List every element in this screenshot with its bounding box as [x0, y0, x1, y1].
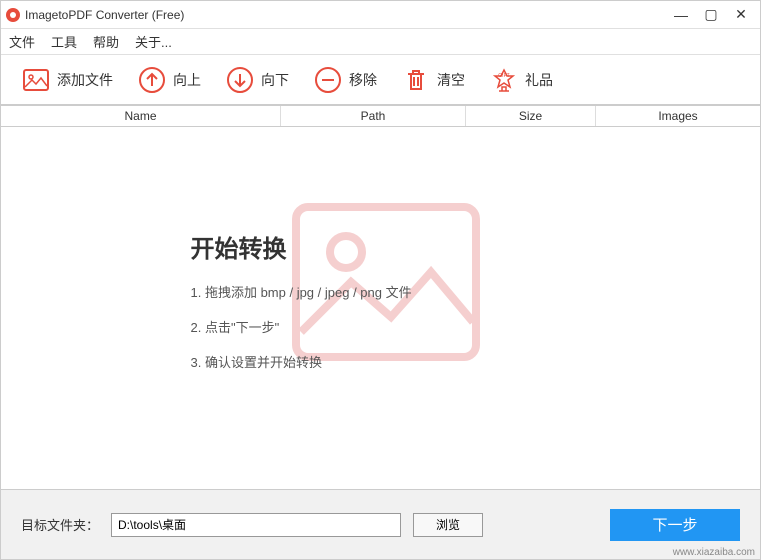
window-controls: — ▢ ✕	[666, 3, 756, 27]
column-size[interactable]: Size	[466, 106, 596, 126]
titlebar: ImagetoPDF Converter (Free) — ▢ ✕	[1, 1, 760, 29]
add-file-button[interactable]: 添加文件	[13, 61, 121, 99]
arrow-down-icon	[225, 65, 255, 95]
trash-icon	[401, 65, 431, 95]
arrow-up-icon	[137, 65, 167, 95]
table-header: Name Path Size Images	[1, 105, 760, 127]
column-images[interactable]: Images	[596, 106, 760, 126]
maximize-button[interactable]: ▢	[696, 3, 726, 27]
instructions-title: 开始转换	[191, 229, 571, 264]
gift-icon: GIFT	[489, 65, 519, 95]
app-icon	[5, 7, 21, 23]
target-path-input[interactable]	[111, 513, 401, 537]
menu-about[interactable]: 关于...	[135, 32, 172, 51]
move-up-label: 向上	[173, 70, 201, 90]
target-folder-label: 目标文件夹：	[21, 515, 99, 534]
gift-label: 礼品	[525, 70, 553, 90]
next-button[interactable]: 下一步	[610, 509, 740, 541]
instruction-step-3: 3. 确认设置并开始转换	[191, 352, 571, 371]
menu-help[interactable]: 帮助	[93, 32, 119, 51]
browse-button[interactable]: 浏览	[413, 513, 483, 537]
instruction-step-2: 2. 点击"下一步"	[191, 317, 571, 336]
instruction-step-1: 1. 拖拽添加 bmp / jpg / jpeg / png 文件	[191, 282, 571, 301]
toolbar: 添加文件 向上 向下 移除 清空 GIFT 礼品	[1, 55, 760, 105]
gift-button[interactable]: GIFT 礼品	[481, 61, 561, 99]
svg-text:GIFT: GIFT	[498, 73, 509, 79]
move-down-label: 向下	[261, 70, 289, 90]
remove-button[interactable]: 移除	[305, 61, 385, 99]
menu-tools[interactable]: 工具	[51, 32, 77, 51]
close-button[interactable]: ✕	[726, 3, 756, 27]
window-title: ImagetoPDF Converter (Free)	[25, 8, 666, 22]
content-dropzone[interactable]: 开始转换 1. 拖拽添加 bmp / jpg / jpeg / png 文件 2…	[1, 127, 760, 489]
clear-button[interactable]: 清空	[393, 61, 473, 99]
clear-label: 清空	[437, 70, 465, 90]
image-icon	[21, 65, 51, 95]
watermark: www.xiazaiba.com	[673, 547, 755, 558]
minimize-button[interactable]: —	[666, 3, 696, 27]
column-name[interactable]: Name	[1, 106, 281, 126]
minus-icon	[313, 65, 343, 95]
menubar: 文件 工具 帮助 关于...	[1, 29, 760, 55]
remove-label: 移除	[349, 70, 377, 90]
move-up-button[interactable]: 向上	[129, 61, 209, 99]
move-down-button[interactable]: 向下	[217, 61, 297, 99]
footer: 目标文件夹： 浏览 下一步 www.xiazaiba.com	[1, 489, 760, 559]
instructions: 开始转换 1. 拖拽添加 bmp / jpg / jpeg / png 文件 2…	[191, 229, 571, 387]
column-path[interactable]: Path	[281, 106, 466, 126]
menu-file[interactable]: 文件	[9, 32, 35, 51]
add-file-label: 添加文件	[57, 70, 113, 90]
